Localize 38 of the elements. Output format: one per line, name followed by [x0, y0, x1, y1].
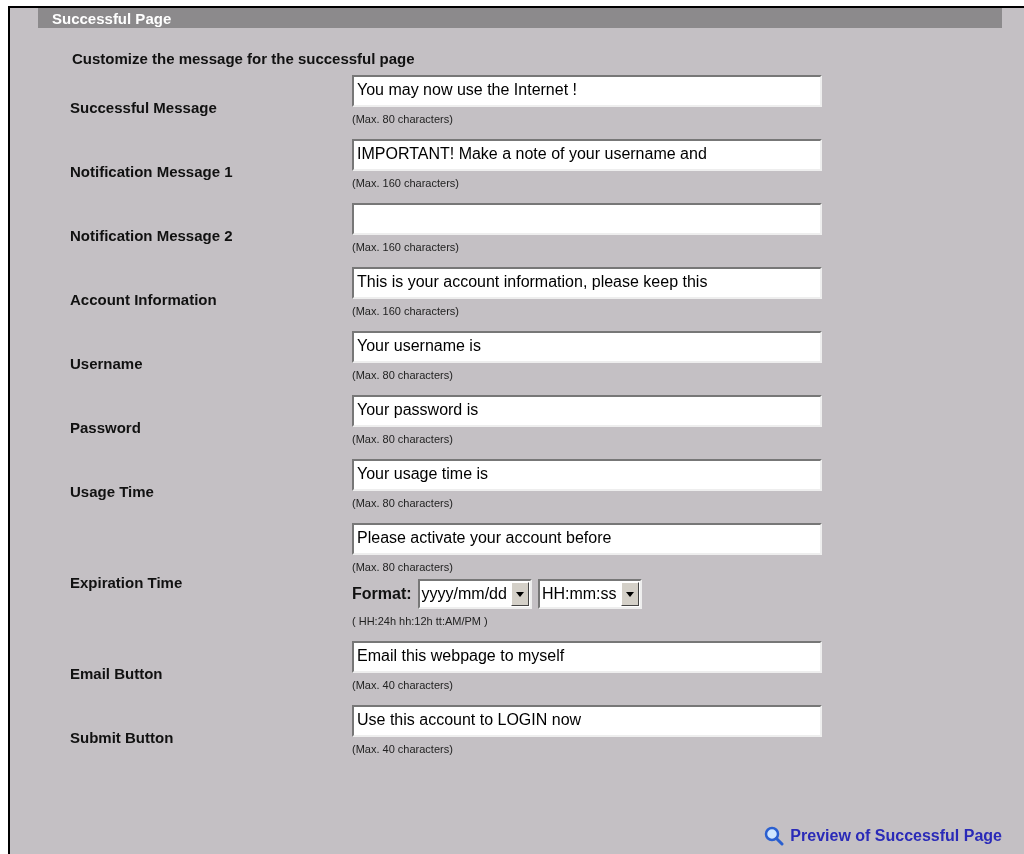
magnifier-icon	[764, 826, 785, 846]
preview-link[interactable]: Preview of Successful Page	[764, 826, 1002, 846]
format-label: Format:	[352, 585, 412, 603]
input-field[interactable]: This is your account information, please keep this	[352, 267, 822, 299]
field-label: Expiration Time	[70, 572, 184, 591]
format-hint: ( HH:24h hh:12h tt:AM/PM )	[352, 615, 489, 627]
field-label: Notification Message 1	[70, 161, 234, 180]
field-label: Password	[70, 417, 142, 436]
input-field[interactable]: Your password is	[352, 395, 822, 427]
field-hint: (Max. 80 characters)	[352, 369, 454, 381]
input-field[interactable]: Use this account to LOGIN now	[352, 705, 822, 737]
field-hint: (Max. 40 characters)	[352, 679, 454, 691]
section-heading: Customize the message for the successful page	[72, 50, 416, 67]
input-field[interactable]: Your usage time is	[352, 459, 822, 491]
field-hint: (Max. 160 characters)	[352, 305, 460, 317]
input-field[interactable]: You may now use the Internet !	[352, 75, 822, 107]
field-label: Successful Message	[70, 97, 218, 116]
field-label: Submit Button	[70, 727, 175, 746]
section-title: Successful Page	[38, 8, 1002, 28]
field-label: Usage Time	[70, 481, 155, 500]
input-field[interactable]: Please activate your account before	[352, 523, 822, 555]
field-hint: (Max. 160 characters)	[352, 177, 460, 189]
field-label: Username	[70, 353, 144, 372]
format-dropdown[interactable]: yyyy/mm/dd	[417, 579, 532, 609]
field-label: Notification Message 2	[70, 225, 234, 244]
field-hint: (Max. 160 characters)	[352, 241, 460, 253]
input-field[interactable]: IMPORTANT! Make a note of your username and	[352, 139, 822, 171]
field-hint: (Max. 80 characters)	[352, 561, 454, 573]
field-hint: (Max. 80 characters)	[352, 433, 454, 445]
field-label: Email Button	[70, 663, 164, 682]
input-field[interactable]: Email this webpage to myself	[352, 641, 822, 673]
input-field[interactable]	[352, 203, 822, 235]
field-hint: (Max. 80 characters)	[352, 497, 454, 509]
field-hint: (Max. 80 characters)	[352, 113, 454, 125]
format-dropdown[interactable]: HH:mm:ss	[537, 579, 642, 609]
field-hint: (Max. 40 characters)	[352, 743, 454, 755]
input-field[interactable]: Your username is	[352, 331, 822, 363]
field-label: Account Information	[70, 289, 218, 308]
